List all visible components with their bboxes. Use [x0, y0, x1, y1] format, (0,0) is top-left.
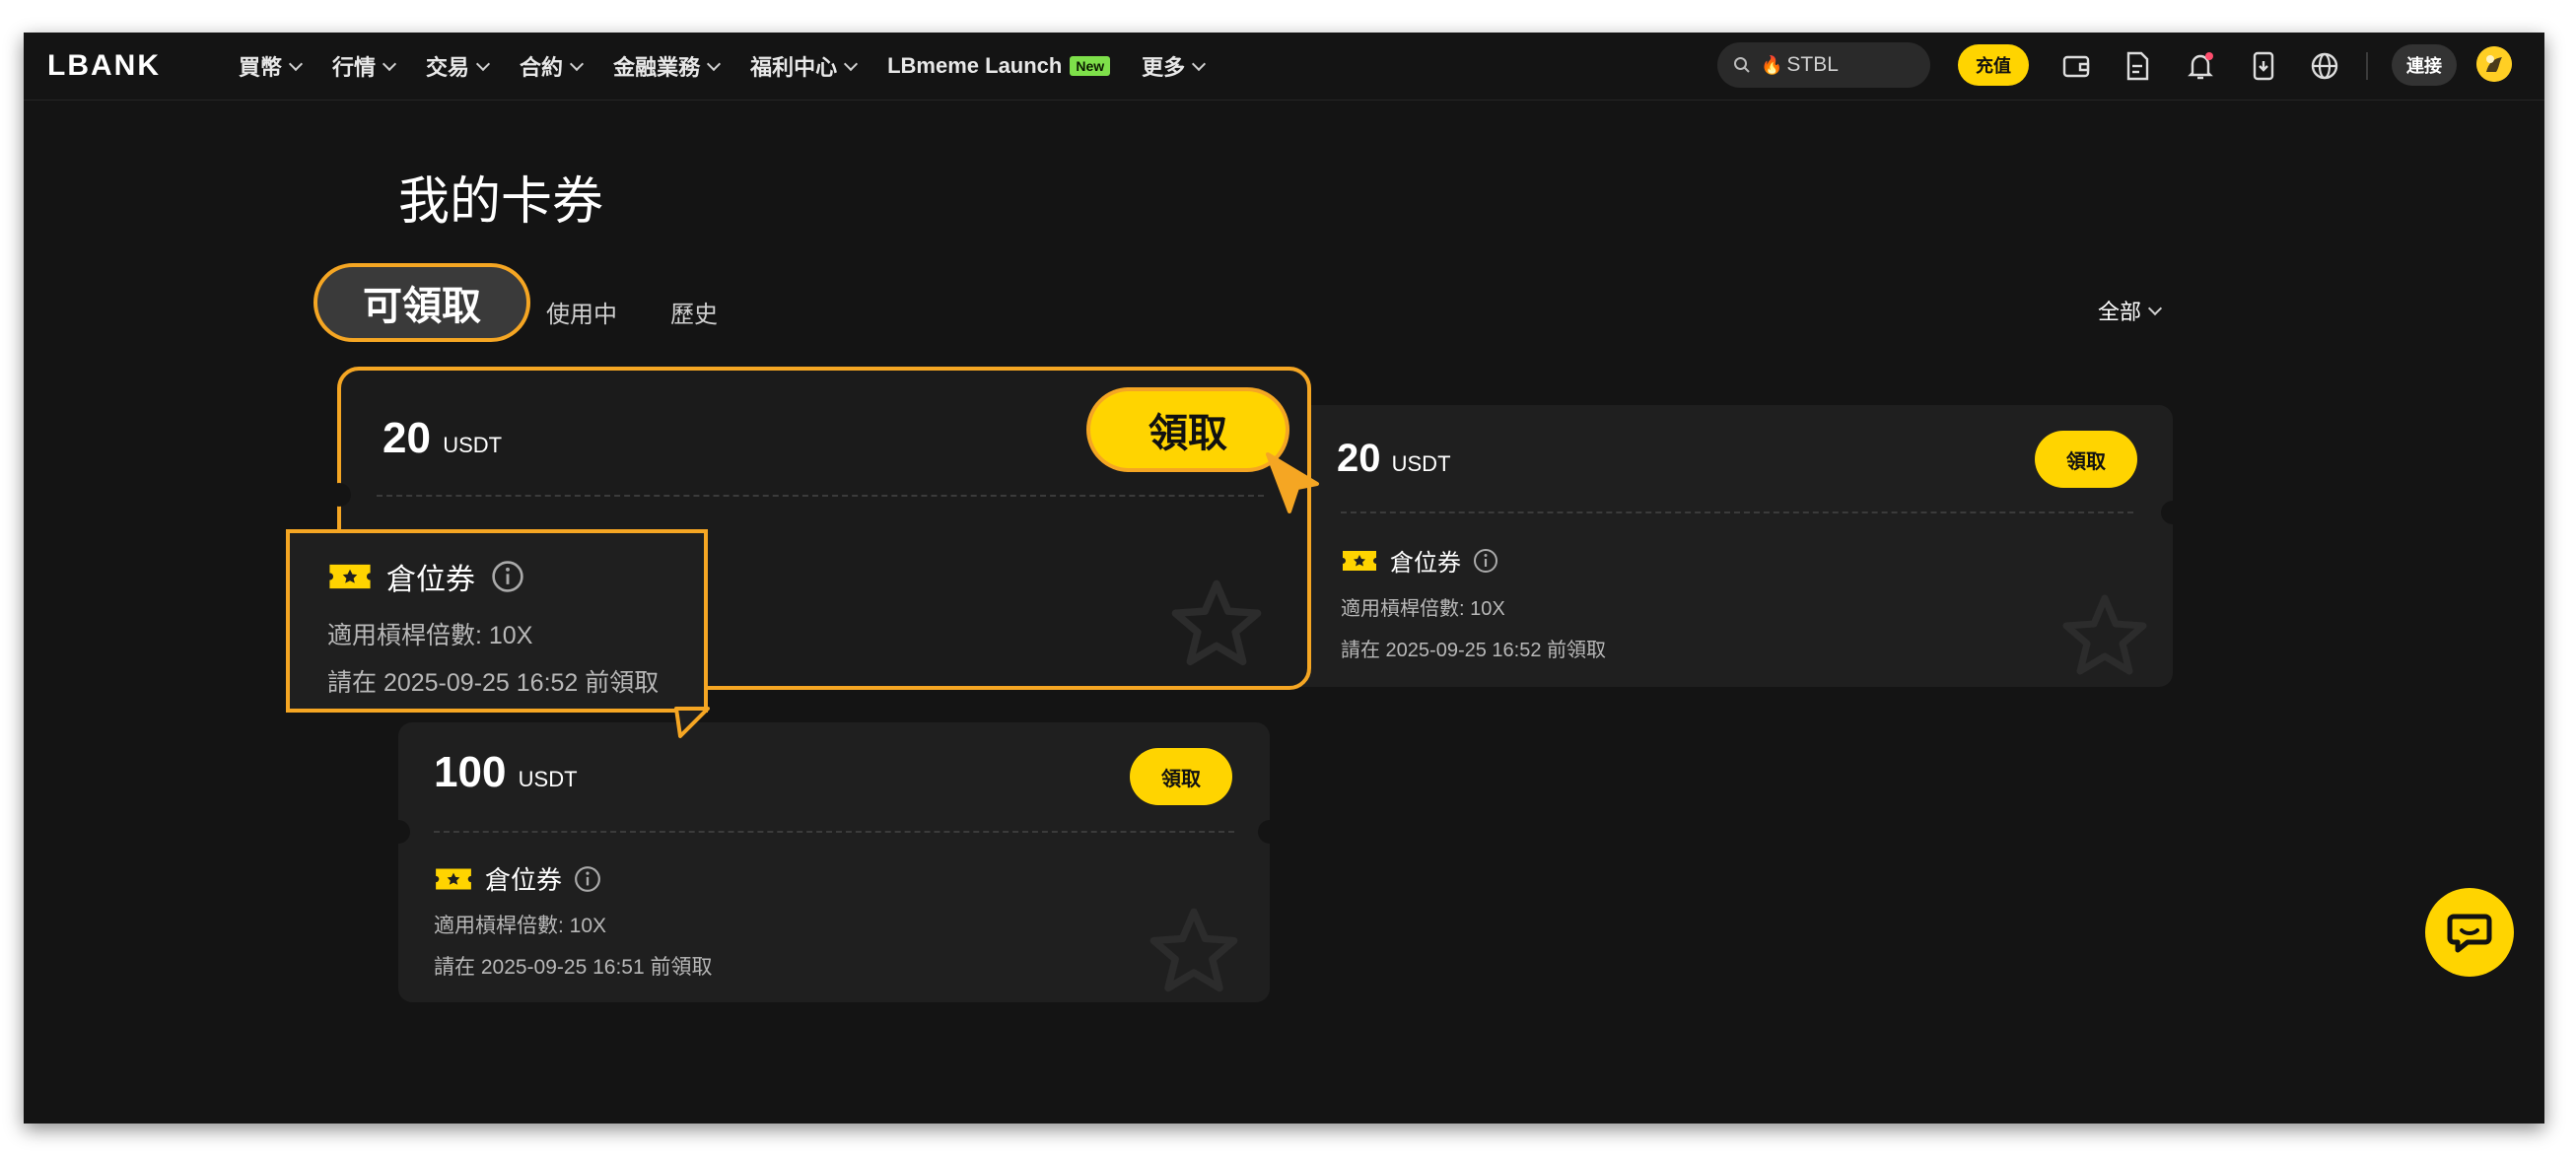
top-nav: LBANK 買幣 行情 交易 合約 金融業務 福利中心 LBmeme Launc… [24, 33, 2544, 101]
ticket-notch [2161, 501, 2173, 524]
filter-dropdown[interactable]: 全部 [2098, 295, 2163, 326]
amount-unit: USDT [518, 767, 578, 791]
lbank-logo[interactable]: LBANK [47, 48, 161, 84]
amount-value: 20 [1337, 437, 1381, 480]
coupon-amount: 20 USDT [1337, 437, 1451, 481]
callout-tail-icon [674, 707, 710, 738]
chevron-down-icon [569, 56, 585, 71]
coupon-type-row: 倉位券 [434, 860, 601, 897]
chevron-down-icon [707, 56, 722, 71]
ticket-notch [327, 483, 351, 507]
menu-finance[interactable]: 金融業務 [613, 50, 722, 82]
globe-icon[interactable] [2309, 50, 2340, 82]
coupon-type-row: 倉位券 [327, 555, 524, 598]
coupon-amount: 20 USDT [383, 414, 502, 463]
deadline-text: 請在 2025-09-25 16:52 前領取 [1341, 640, 1607, 661]
ticket-icon [1343, 550, 1376, 571]
coupon-info-callout: 倉位券 適用槓桿倍數: 10X 請在 2025-09-25 16:52 前領取 [286, 529, 708, 713]
menu-rewards-center[interactable]: 福利中心 [750, 50, 859, 82]
info-icon[interactable] [574, 865, 601, 893]
amount-value: 20 [383, 414, 431, 462]
menu-label: 福利中心 [750, 55, 838, 80]
menu-label: 買幣 [239, 55, 283, 80]
support-chat-button[interactable] [2425, 888, 2514, 977]
menu-lbmeme-launch[interactable]: LBmeme Launch New [887, 53, 1111, 79]
menu-trade[interactable]: 交易 [426, 50, 491, 82]
star-watermark-icon [1171, 579, 1262, 666]
claim-button[interactable]: 領取 [2035, 431, 2137, 488]
filter-label: 全部 [2098, 300, 2142, 324]
leverage-text: 適用槓桿倍數: 10X [1341, 598, 1505, 620]
claim-button[interactable]: 領取 [1130, 748, 1232, 805]
menu-label: LBmeme Launch [887, 53, 1063, 78]
card-divider [1341, 511, 2133, 513]
deadline-text: 請在 2025-09-25 16:52 前領取 [327, 669, 660, 697]
main-menu: 買幣 行情 交易 合約 金融業務 福利中心 LBmeme Launch New 更… [239, 33, 1235, 100]
amount-unit: USDT [443, 433, 503, 457]
bell-icon[interactable] [2185, 50, 2216, 82]
avatar[interactable] [2476, 46, 2512, 82]
chevron-down-icon [382, 56, 397, 71]
hot-flame-icon: 🔥 [1761, 54, 1783, 75]
menu-label: 更多 [1142, 55, 1186, 80]
menu-more[interactable]: 更多 [1142, 50, 1207, 82]
chevron-down-icon [288, 56, 304, 71]
deadline-text: 請在 2025-09-25 16:51 前領取 [434, 956, 713, 979]
info-icon[interactable] [491, 560, 524, 593]
tab-claimable[interactable]: 可領取 [313, 263, 530, 342]
star-watermark-icon [1149, 908, 1238, 992]
app-window: LBANK 買幣 行情 交易 合約 金融業務 福利中心 LBmeme Launc… [24, 33, 2544, 1124]
chat-bubble-icon [2447, 914, 2492, 953]
page-title: 我的卡券 [398, 173, 604, 231]
chevron-down-icon [2147, 301, 2163, 315]
leverage-text: 適用槓桿倍數: 10X [327, 622, 533, 649]
amount-unit: USDT [1391, 451, 1451, 476]
connect-button[interactable]: 連接 [2392, 44, 2457, 86]
chevron-down-icon [1192, 56, 1207, 71]
deposit-button[interactable]: 充值 [1958, 44, 2029, 86]
ticket-icon [329, 564, 371, 589]
search-input[interactable]: 🔥 STBL [1717, 42, 1930, 88]
menu-buy-crypto[interactable]: 買幣 [239, 50, 304, 82]
card-divider [434, 831, 1234, 833]
coupon-card: 100 USDT 領取 倉位券 適用槓桿倍數: 10X 請在 2025-09-2… [398, 722, 1270, 1002]
search-value: STBL [1786, 53, 1839, 76]
tab-in-use[interactable]: 使用中 [546, 295, 617, 329]
wallet-icon[interactable] [2060, 50, 2092, 82]
menu-futures[interactable]: 合約 [520, 50, 585, 82]
card-divider [377, 495, 1264, 497]
coupon-card: 20 USDT 領取 倉位券 適用槓桿倍數: 10X 請在 2025-09-25… [1282, 405, 2173, 687]
new-badge: New [1070, 56, 1111, 76]
tab-history[interactable]: 歷史 [670, 295, 718, 329]
document-icon[interactable] [2122, 50, 2153, 82]
coupon-amount: 100 USDT [434, 748, 578, 797]
search-icon [1734, 57, 1750, 73]
download-app-icon[interactable] [2248, 50, 2279, 82]
menu-label: 行情 [332, 55, 377, 80]
chevron-down-icon [844, 56, 859, 71]
leverage-text: 適用槓桿倍數: 10X [434, 915, 607, 937]
menu-label: 交易 [426, 55, 470, 80]
amount-value: 100 [434, 748, 507, 796]
coupon-type: 倉位券 [1390, 550, 1461, 577]
coupon-type-row: 倉位券 [1341, 543, 1498, 578]
pointer-arrow-icon [1266, 452, 1319, 513]
ticket-notch [1258, 820, 1270, 844]
ticket-icon [436, 867, 471, 890]
ticket-notch [398, 820, 410, 844]
coupon-type: 倉位券 [386, 564, 475, 596]
menu-markets[interactable]: 行情 [332, 50, 397, 82]
star-watermark-icon [2062, 594, 2147, 675]
menu-label: 金融業務 [613, 55, 701, 80]
chevron-down-icon [475, 56, 491, 71]
avatar-image-icon [2476, 46, 2512, 82]
nav-divider [2366, 52, 2368, 80]
info-icon[interactable] [1473, 548, 1498, 574]
coupon-type: 倉位券 [485, 865, 563, 895]
menu-label: 合約 [520, 55, 564, 80]
